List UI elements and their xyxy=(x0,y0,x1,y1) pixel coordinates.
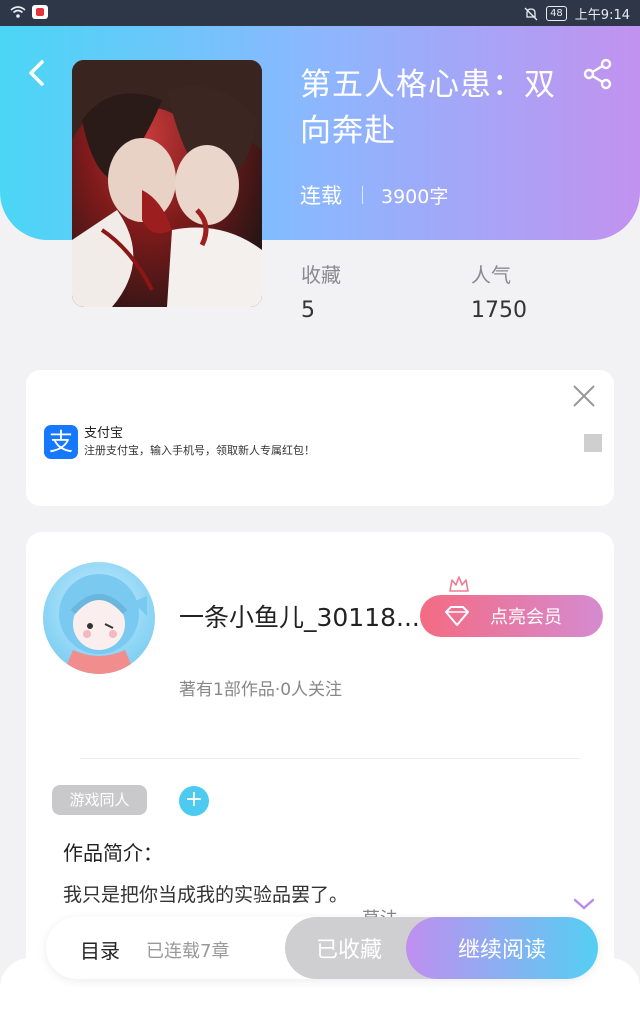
close-icon[interactable] xyxy=(572,384,596,408)
ad-text: 注册支付宝，输入手机号，领取新人专属红包！ xyxy=(84,444,315,457)
clock: 上午9:14 xyxy=(574,8,630,23)
vip-button[interactable]: 点亮会员 xyxy=(420,595,603,637)
book-meta: 连载 3900字 xyxy=(300,180,448,210)
favorites-label: 收藏 xyxy=(301,263,341,287)
chapter-count[interactable]: 已连载7章 xyxy=(146,937,229,963)
book-detail-page: 48 上午9:14 第五人格心患：双向奔赴 连载 3900字 收藏 5 人气 1… xyxy=(0,0,640,1024)
wifi-icon xyxy=(10,6,26,18)
battery-indicator: 48 xyxy=(546,6,567,21)
serial-status: 连载 xyxy=(300,184,342,208)
book-title: 第五人格心患：双向奔赴 xyxy=(300,67,556,149)
notification-app-icon xyxy=(32,5,48,19)
continue-reading-label: 继续阅读 xyxy=(457,938,546,963)
ad-side-mark xyxy=(584,434,602,452)
continue-reading-button[interactable]: 继续阅读 xyxy=(406,917,598,979)
chevron-down-icon[interactable] xyxy=(572,896,596,912)
intro-heading: 作品简介： xyxy=(63,841,163,865)
book-cover-image[interactable] xyxy=(72,60,262,307)
diamond-icon xyxy=(445,606,469,626)
popularity-value: 1750 xyxy=(471,298,527,323)
tag-game-fanfic[interactable]: 游戏同人 xyxy=(52,785,147,815)
alipay-logo-icon: 支 xyxy=(44,425,78,459)
toc-button[interactable]: 目录 xyxy=(80,935,120,964)
share-icon[interactable] xyxy=(582,58,614,90)
intro-text: 我只是把你当成我的实验品罢了。 xyxy=(63,884,349,906)
author-name[interactable]: 一条小鱼儿_30118... xyxy=(179,598,429,634)
avatar[interactable] xyxy=(43,562,155,674)
vip-button-label: 点亮会员 xyxy=(490,607,562,628)
status-left xyxy=(10,5,48,19)
status-right: 48 上午9:14 xyxy=(524,4,630,23)
ad-banner[interactable]: 支 支付宝 注册支付宝，输入手机号，领取新人专属红包！ xyxy=(26,370,614,506)
divider xyxy=(80,758,580,759)
word-count: 3900字 xyxy=(381,185,449,208)
meta-divider xyxy=(362,186,363,204)
add-tag-button[interactable]: + xyxy=(179,786,209,816)
cover-illustration xyxy=(72,60,262,307)
author-stats: 著有1部作品·0人关注 xyxy=(179,680,343,700)
mute-icon xyxy=(524,7,538,20)
back-icon[interactable] xyxy=(24,58,50,88)
popularity-label: 人气 xyxy=(471,263,511,287)
avatar-illustration xyxy=(59,574,147,674)
crown-icon xyxy=(449,576,469,592)
favorites-value: 5 xyxy=(301,298,315,323)
favorited-button-label: 已收藏 xyxy=(315,938,382,963)
ad-brand: 支付宝 xyxy=(84,426,124,441)
status-bar: 48 上午9:14 xyxy=(0,0,640,26)
